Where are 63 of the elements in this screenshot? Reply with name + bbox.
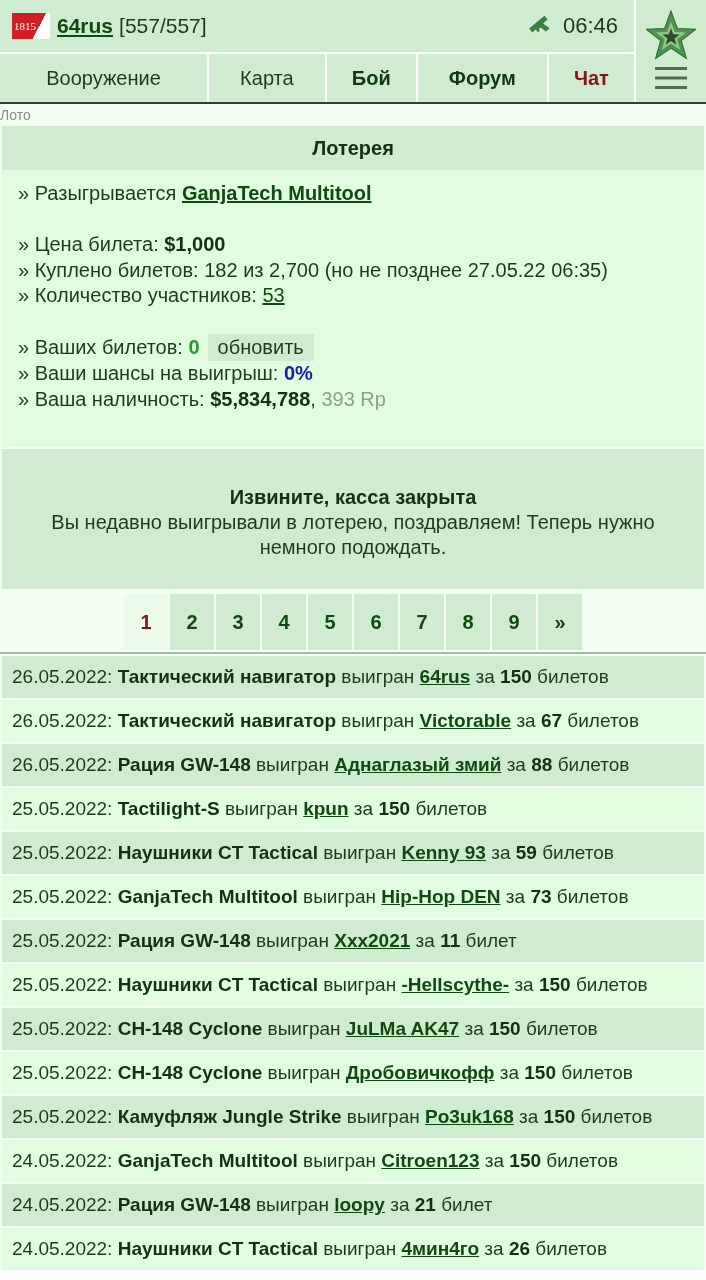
winner-link[interactable]: Аднаглазый змий <box>334 754 502 775</box>
info-line: » Ваши шансы на выигрыш: 0% <box>18 361 314 386</box>
nav-tab[interactable]: Чат <box>548 54 634 102</box>
history-entry: 25.05.2022: CH-148 Cyclone выигран Дробовичкофф за 150 билетов <box>2 1052 704 1094</box>
clock-text: 06:46 <box>562 13 618 39</box>
page-link[interactable]: 4 <box>262 594 306 650</box>
star-icon[interactable] <box>646 10 696 60</box>
winner-link[interactable]: Victorable <box>419 710 512 731</box>
info-link[interactable]: 53 <box>262 284 285 306</box>
history-entry: 25.05.2022: GanjaTech Multitool выигран Hip-Hop DEN за 73 билетов <box>2 876 704 918</box>
winner-link[interactable]: Citroen123 <box>381 1150 480 1171</box>
history-entry: 25.05.2022: Камуфляж Jungle Strike выигран Po3uk168 за 150 билетов <box>2 1096 704 1138</box>
info-line: » Куплено билетов: 182 из 2,700 (но не позднее 27.05.22 06:35) <box>18 257 609 283</box>
winner-link[interactable]: Hip-Hop DEN <box>381 886 501 907</box>
info-line: » Ваша наличность: $5,834,788, 393 Rp <box>18 386 387 412</box>
winner-link[interactable]: 4мин4го <box>401 1238 480 1259</box>
history-entry: 24.05.2022: GanjaTech Multitool выигран Citroen123 за 150 билетов <box>2 1140 704 1182</box>
winner-link[interactable]: Po3uk168 <box>425 1106 514 1127</box>
clan-logo: 1815 <box>12 13 50 39</box>
history-entry: 24.05.2022: Рация GW-148 выигран loopy за 21 билет <box>2 1184 704 1226</box>
winner-link[interactable]: kpun <box>303 798 349 819</box>
breadcrumb: Лото <box>0 107 31 123</box>
info-link[interactable]: GanjaTech Multitool <box>181 182 372 204</box>
next-page-link[interactable]: » <box>538 594 582 650</box>
winner-link[interactable]: 64rus <box>419 666 471 687</box>
notice-title: Извините, касса закрыта <box>229 484 477 510</box>
rank-text: [557/557] <box>119 14 207 38</box>
winner-link[interactable]: Дробовичкофф <box>345 1062 495 1083</box>
nav-tab[interactable]: Форум <box>417 54 547 102</box>
page-link[interactable]: 8 <box>446 594 490 650</box>
winner-link[interactable]: Kenny 93 <box>401 842 486 863</box>
history-entry: 25.05.2022: Наушники CT Tactical выигран Kenny 93 за 59 билетов <box>2 832 704 874</box>
menu-icon[interactable] <box>655 66 687 90</box>
nav-tab[interactable]: Бой <box>326 54 416 102</box>
history-entry: 26.05.2022: Тактический навигатор выигран 64rus за 150 билетов <box>2 656 704 698</box>
history-entry: 25.05.2022: Наушники CT Tactical выигран -Hellscythe- за 150 билетов <box>2 964 704 1006</box>
winner-link[interactable]: JuLMa AK47 <box>345 1018 460 1039</box>
page-link[interactable]: 1 <box>124 594 168 650</box>
info-line: » Разыгрывается GanjaTech Multitool <box>18 181 373 206</box>
refresh-button[interactable]: обновить <box>207 334 314 361</box>
history-entry: 26.05.2022: Тактический навигатор выигран Victorable за 67 билетов <box>2 700 704 742</box>
notice-message: Вы недавно выигрывали в лотерею, поздравляем! Теперь нужно немного подождать. <box>50 509 656 560</box>
panel-title: Лотерея <box>2 126 704 170</box>
username-link[interactable]: 64rus <box>57 14 114 38</box>
history-entry: 25.05.2022: Tactilight-S выигран kpun за 150 билетов <box>2 788 704 830</box>
history-entry: 26.05.2022: Рация GW-148 выигран Аднаглазый змий за 88 билетов <box>2 744 704 786</box>
info-line: » Ваших билетов: 0 <box>18 334 200 360</box>
nav-tab[interactable]: Карта <box>209 54 325 102</box>
winner-link[interactable]: loopy <box>334 1194 385 1215</box>
history-entry: 25.05.2022: Рация GW-148 выигран Xxx2021 за 11 билет <box>2 920 704 962</box>
info-line: » Цена билета: $1,000 <box>18 232 227 257</box>
winner-link[interactable]: Xxx2021 <box>334 930 411 951</box>
history-entry: 24.05.2022: Наушники CT Tactical выигран 4мин4го за 26 билетов <box>2 1228 704 1270</box>
winner-link[interactable]: -Hellscythe- <box>401 974 510 995</box>
page-link[interactable]: 6 <box>354 594 398 650</box>
nav-tab[interactable]: Вооружение <box>0 54 207 102</box>
info-line: » Количество участников: 53 <box>18 283 286 308</box>
history-entry: 25.05.2022: CH-148 Cyclone выигран JuLMa AK47 за 150 билетов <box>2 1008 704 1050</box>
page-link[interactable]: 7 <box>400 594 444 650</box>
page-link[interactable]: 3 <box>216 594 260 650</box>
page-link[interactable]: 5 <box>308 594 352 650</box>
page-link[interactable]: 9 <box>492 594 536 650</box>
page-link[interactable]: 2 <box>170 594 214 650</box>
